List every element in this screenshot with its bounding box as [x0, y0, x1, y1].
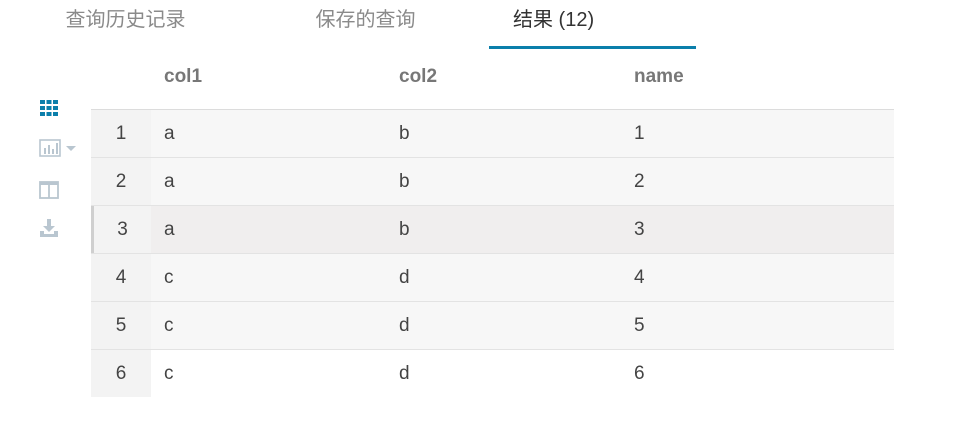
row-number: 6	[91, 350, 151, 397]
cell-name: 5	[634, 315, 645, 336]
column-header-name[interactable]: name	[634, 54, 684, 100]
active-tab-indicator	[489, 46, 696, 49]
cell-col2: b	[399, 123, 410, 144]
column-header-col2[interactable]: col2	[399, 54, 437, 100]
cell-col1: c	[164, 363, 174, 384]
grid-view-button[interactable]	[38, 96, 68, 120]
cell-col2: d	[399, 267, 410, 288]
columns-icon	[39, 181, 59, 199]
table-row[interactable]: 6 c d 6	[91, 350, 894, 397]
cell-name: 1	[634, 123, 645, 144]
cell-col1: a	[164, 123, 175, 144]
table-row[interactable]: 3 a b 3	[91, 206, 894, 254]
tab-query-history[interactable]: 查询历史记录	[48, 0, 203, 48]
cell-name: 2	[634, 171, 645, 192]
cell-col1: c	[164, 315, 174, 336]
tab-results[interactable]: 结果 (12)	[489, 0, 696, 48]
cell-col2: d	[399, 315, 410, 336]
toggle-columns-button[interactable]	[38, 178, 68, 202]
column-header-col1[interactable]: col1	[164, 54, 202, 100]
bar-chart-icon	[39, 139, 61, 157]
row-number: 3	[91, 206, 151, 253]
chevron-down-icon	[66, 146, 76, 151]
cell-name: 6	[634, 363, 645, 384]
cell-col1: a	[164, 171, 175, 192]
cell-col1: c	[164, 267, 174, 288]
cell-col2: d	[399, 363, 410, 384]
cell-col2: b	[399, 219, 410, 240]
table-row[interactable]: 4 c d 4	[91, 254, 894, 302]
row-number: 4	[91, 254, 151, 301]
results-table: col1 col2 name 1 a b 1 2 a b 2 3 a b 3 4…	[91, 54, 894, 397]
table-row[interactable]: 2 a b 2	[91, 158, 894, 206]
cell-col1: a	[164, 219, 175, 240]
table-row[interactable]: 1 a b 1	[91, 110, 894, 158]
table-header: col1 col2 name	[91, 54, 894, 110]
grid-icon	[40, 100, 58, 116]
row-number: 5	[91, 302, 151, 349]
download-button[interactable]	[38, 216, 68, 240]
result-tabs: 查询历史记录 保存的查询 结果 (12)	[0, 0, 972, 50]
cell-name: 4	[634, 267, 645, 288]
cell-col2: b	[399, 171, 410, 192]
row-number: 1	[91, 110, 151, 157]
download-icon	[40, 219, 58, 237]
tab-saved-queries[interactable]: 保存的查询	[298, 0, 433, 48]
chart-view-button[interactable]	[38, 136, 84, 160]
cell-name: 3	[634, 219, 645, 240]
table-row[interactable]: 5 c d 5	[91, 302, 894, 350]
row-number: 2	[91, 158, 151, 205]
